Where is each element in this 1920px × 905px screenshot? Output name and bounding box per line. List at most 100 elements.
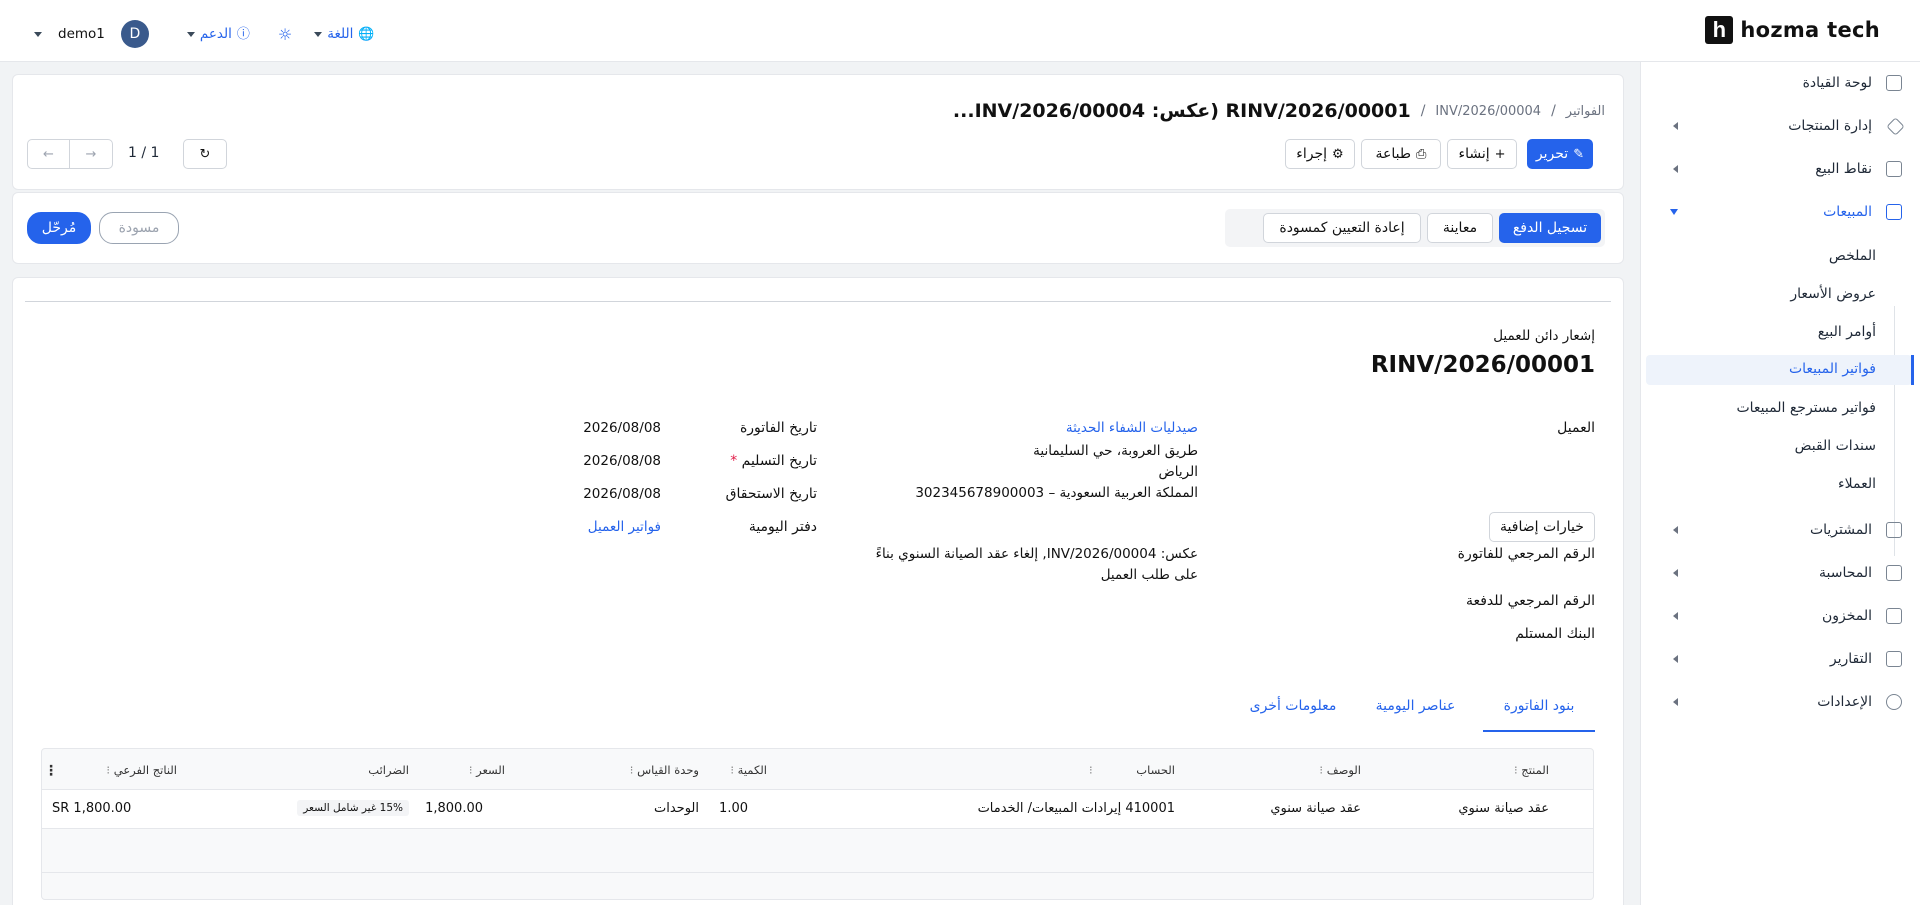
column-header-account[interactable]: الحساب ⁝ [1089,763,1175,777]
arrow-right-icon: → [85,146,97,162]
sidebar-subitem-summary[interactable]: الملخص [1640,242,1920,272]
dashboard-icon [1886,75,1902,91]
globe-icon: 🌐 [358,26,375,42]
empty-row[interactable] [42,829,1593,873]
edit-button[interactable]: تحرير ✎ [1527,139,1593,169]
gear-icon: ⚙ [1332,146,1344,162]
sidebar-item-accounting[interactable]: المحاسبة [1640,558,1920,588]
chevron-left-icon [1673,698,1678,706]
sidebar-subitem-receipts[interactable]: سندات القبض [1640,432,1920,462]
column-header-uom[interactable]: وحدة القياس ⁝ [630,763,699,777]
sidebar-subitem-label: العملاء [1838,476,1876,492]
due-date-value[interactable]: 2026/08/08 [583,486,661,502]
user-menu[interactable]: demo1 D [34,20,149,48]
action-button[interactable]: إجراء ⚙ [1285,139,1355,169]
status-draft[interactable]: مسودة [99,212,179,244]
journal-link[interactable]: فواتير العميل [588,519,661,535]
sort-icon: ⁝ [468,763,473,777]
cell-account[interactable]: 410001 إيرادات المبيعات/ الخدمات [978,801,1175,816]
column-header-label: الوصف [1326,763,1361,777]
chevron-left-icon [1673,612,1678,620]
sidebar-item-dashboard[interactable]: لوحة القيادة [1640,68,1920,98]
report-icon [1886,651,1902,667]
next-button[interactable]: → [69,139,113,169]
tax-badge[interactable]: 15% غير شامل السعر [297,800,409,816]
sidebar-item-settings[interactable]: الإعدادات [1640,687,1920,717]
pager: 1 / 1 [128,145,160,161]
support-menu[interactable]: الدعم ⓘ [186,26,250,42]
sidebar-item-label: إدارة المنتجات [1788,118,1872,134]
brand-name: hozma tech [1740,18,1880,42]
register-payment-button[interactable]: تسجيل الدفع [1499,213,1601,243]
top-nav: demo1 D الدعم ⓘ ☼ اللغة 🌐 [34,20,375,48]
preview-button[interactable]: معاينة [1427,213,1493,243]
brand-logo[interactable]: h hozma tech [1705,16,1880,44]
tab-invoice-lines[interactable]: بنود الفاتورة [1483,698,1595,732]
column-header-description[interactable]: الوصف ⁝ [1319,763,1361,777]
status-posted[interactable]: مُرحّل [27,212,91,244]
breadcrumb-inv[interactable]: INV/2026/00004 [1435,104,1541,119]
cell-uom[interactable]: الوحدات [654,801,699,816]
sidebar-subitem-label: الملخص [1828,248,1876,264]
due-date-label: تاريخ الاستحقاق [725,486,817,502]
sidebar-subitem-quotations[interactable]: عروض الأسعار [1640,280,1920,310]
create-button[interactable]: إنشاء + [1447,139,1517,169]
breadcrumb-separator: / [1420,103,1426,119]
sidebar-item-pos[interactable]: نقاط البيع [1640,154,1920,184]
sidebar-subitem-sales-invoices[interactable]: فواتير المبيعات [1646,355,1914,385]
breadcrumb-invoices[interactable]: الفواتير [1566,104,1605,119]
cell-quantity[interactable]: 1.00 [719,801,748,816]
document-number: RINV/2026/00001 [1370,352,1595,378]
invoice-date-value[interactable]: 2026/08/08 [583,420,661,436]
theme-toggle-icon[interactable]: ☼ [278,25,292,44]
page-title: RINV/2026/00001 (عكس: INV/2026/00004... [952,100,1411,122]
card-icon [1886,522,1902,538]
payment-reference-label: الرقم المرجعي للدفعة [1465,593,1595,609]
reset-to-draft-button[interactable]: إعادة التعيين كمسودة [1263,213,1421,243]
tab-other-info[interactable]: معلومات أخرى [1243,698,1343,732]
cell-description[interactable]: عقد صيانة سنوي [1270,801,1361,816]
cell-price[interactable]: 1,800.00 [425,801,483,816]
column-header-subtotal[interactable]: الناتج الفرعي ⁝ [106,763,177,777]
header-panel: الفواتير / INV/2026/00004 / RINV/2026/00… [12,74,1624,190]
sidebar-item-products[interactable]: إدارة المنتجات [1640,111,1920,141]
column-header-product[interactable]: المنتج ⁝ [1514,763,1549,777]
column-header-quantity[interactable]: الكمية ⁝ [730,763,767,777]
customer-address-line: الرياض [1158,464,1198,480]
chevron-down-icon [314,31,323,37]
delivery-date-value[interactable]: 2026/08/08 [583,453,661,469]
sidebar-item-purchases[interactable]: المشتريات [1640,515,1920,545]
column-options-icon[interactable]: ⋮ [44,763,58,779]
cell-product[interactable]: عقد صيانة سنوي [1458,801,1549,816]
column-header-label: الحساب [1136,763,1175,777]
sort-icon: ⁝ [629,763,634,777]
help-icon: ⓘ [236,26,250,42]
sidebar-subitem-customers[interactable]: العملاء [1640,470,1920,500]
customer-link[interactable]: صيدليات الشفاء الحديثة [1066,420,1198,436]
chevron-left-icon [1673,122,1678,130]
previous-button[interactable]: ← [27,139,70,169]
sidebar-item-reports[interactable]: التقارير [1640,644,1920,674]
column-header-taxes[interactable]: الضرائب [368,763,409,777]
refresh-button[interactable]: ↻ [183,139,227,169]
sidebar-item-inventory[interactable]: المخزون [1640,601,1920,631]
sidebar-subitem-sales-refunds[interactable]: فواتير مسترجع المبيعات [1640,394,1920,424]
table-row[interactable]: عقد صيانة سنوي عقد صيانة سنوي 410001 إير… [42,789,1593,829]
chevron-left-icon [1673,569,1678,577]
language-menu[interactable]: اللغة 🌐 [314,26,375,42]
tab-journal-items[interactable]: عناصر اليومية [1368,698,1463,732]
invoice-reference-label: الرقم المرجعي للفاتورة [1457,546,1595,562]
sidebar-item-label: التقارير [1829,651,1872,667]
cell-subtotal: SR 1,800.00 [52,801,132,816]
refresh-icon: ↻ [199,146,211,162]
arrow-left-icon: ← [43,146,54,162]
print-button[interactable]: طباعة ⎙ [1361,139,1441,169]
sidebar-subitem-label: فواتير مسترجع المبيعات [1736,400,1876,416]
extra-options-button[interactable]: خيارات إضافية [1489,512,1595,542]
sidebar-item-sales[interactable]: المبيعات [1640,197,1920,227]
delivery-date-label: تاريخ التسليم * [730,453,817,469]
chevron-left-icon [1673,526,1678,534]
column-header-price[interactable]: السعر ⁝ [469,763,505,777]
invoice-reference-value: عكس: INV/2026/00004, إلغاء عقد الصيانة ا… [875,546,1198,562]
sidebar-subitem-sales-orders[interactable]: أوامر البيع [1640,318,1920,348]
